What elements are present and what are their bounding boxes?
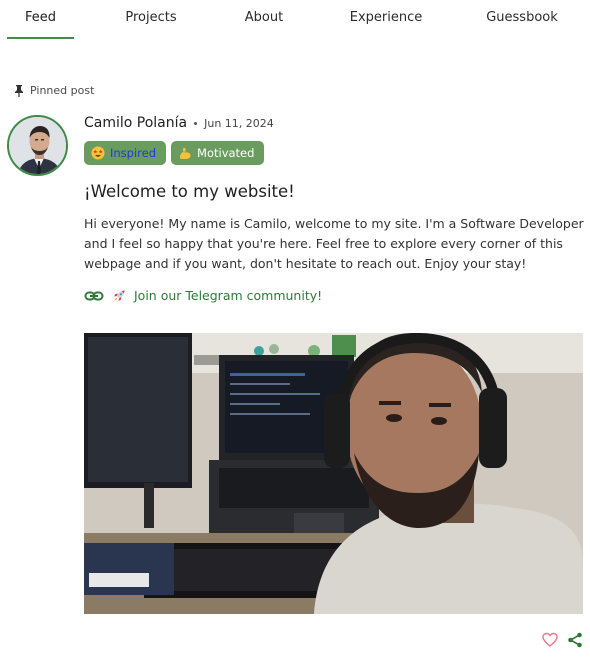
badge-motivated-label: Motivated (197, 146, 255, 160)
badge-inspired: Inspired (84, 141, 167, 165)
post-title: ¡Welcome to my website! (84, 182, 295, 201)
avatar[interactable] (7, 115, 68, 176)
pin-icon (15, 84, 23, 97)
post-body: Hi everyone! My name is Camilo, welcome … (84, 216, 584, 271)
badge-motivated: Motivated (171, 141, 265, 165)
post-header: Camilo Polanía Jun 11, 2024 (84, 115, 274, 131)
post-actions (542, 632, 583, 648)
mood-badges: Inspired Motivated (84, 141, 265, 165)
author-name[interactable]: Camilo Polanía (84, 115, 187, 131)
tab-feed[interactable]: Feed (7, 10, 74, 25)
pinned-label: Pinned post (30, 84, 95, 97)
share-icon[interactable] (567, 632, 583, 648)
telegram-link-row[interactable]: Join our Telegram community! (84, 288, 322, 303)
tab-projects[interactable]: Projects (116, 10, 186, 25)
avatar-portrait-image (9, 117, 66, 174)
top-navigation: Feed Projects About Experience Guessbook (0, 0, 590, 40)
post-date: Jun 11, 2024 (204, 116, 274, 130)
tab-about[interactable]: About (234, 10, 294, 25)
star-struck-emoji-icon (91, 146, 105, 160)
flexed-biceps-emoji-icon (180, 147, 191, 159)
rocket-icon (113, 290, 125, 301)
desk-selfie-image (84, 333, 583, 614)
badge-inspired-label: Inspired (110, 146, 157, 160)
tab-experience[interactable]: Experience (346, 10, 426, 25)
telegram-community-link[interactable]: Join our Telegram community! (134, 288, 322, 303)
separator-dot (194, 121, 198, 125)
post-photo[interactable] (84, 333, 583, 614)
tab-guessbook[interactable]: Guessbook (482, 10, 562, 25)
heart-icon[interactable] (542, 632, 558, 648)
active-tab-indicator (7, 37, 74, 39)
pinned-indicator: Pinned post (14, 84, 94, 97)
link-icon (84, 291, 104, 300)
